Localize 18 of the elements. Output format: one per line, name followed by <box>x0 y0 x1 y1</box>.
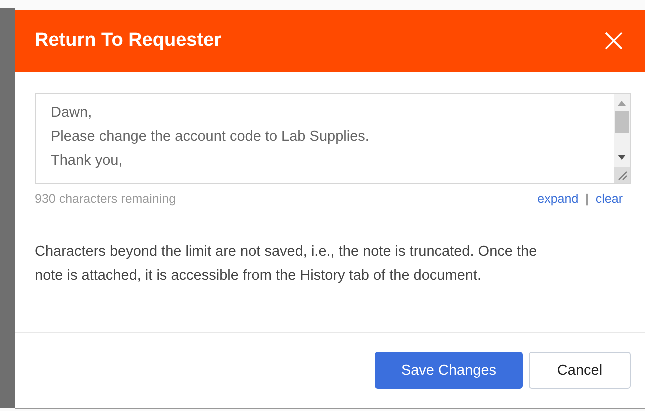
expand-link[interactable]: expand <box>538 192 579 206</box>
resize-grip-icon[interactable] <box>614 167 630 183</box>
close-icon[interactable] <box>605 32 623 50</box>
note-text-line: Please change the account code to Lab Supplies. <box>51 128 370 147</box>
scrollbar[interactable] <box>614 94 630 183</box>
scroll-down-icon[interactable] <box>618 155 626 161</box>
save-button[interactable]: Save Changes <box>375 352 523 389</box>
note-field[interactable]: Dawn, Please change the account code to Lab Supplies. Thank you, <box>35 93 631 184</box>
scroll-up-icon[interactable] <box>618 100 626 106</box>
info-text: Characters beyond the limit are not saved, i.e., the note is truncated. Once the note is attached, it is accessible from the History tab of the document. <box>35 243 538 286</box>
dialog-title: Return To Requester <box>35 30 222 52</box>
clear-link[interactable]: clear <box>596 192 623 206</box>
note-text-line: Dawn, <box>51 104 92 123</box>
note-text-line: Thank you, <box>51 152 123 171</box>
character-counter: 930 characters remaining <box>35 192 176 206</box>
scroll-thumb[interactable] <box>615 111 629 133</box>
cancel-button[interactable]: Cancel <box>529 352 631 389</box>
link-separator: | <box>586 192 589 206</box>
